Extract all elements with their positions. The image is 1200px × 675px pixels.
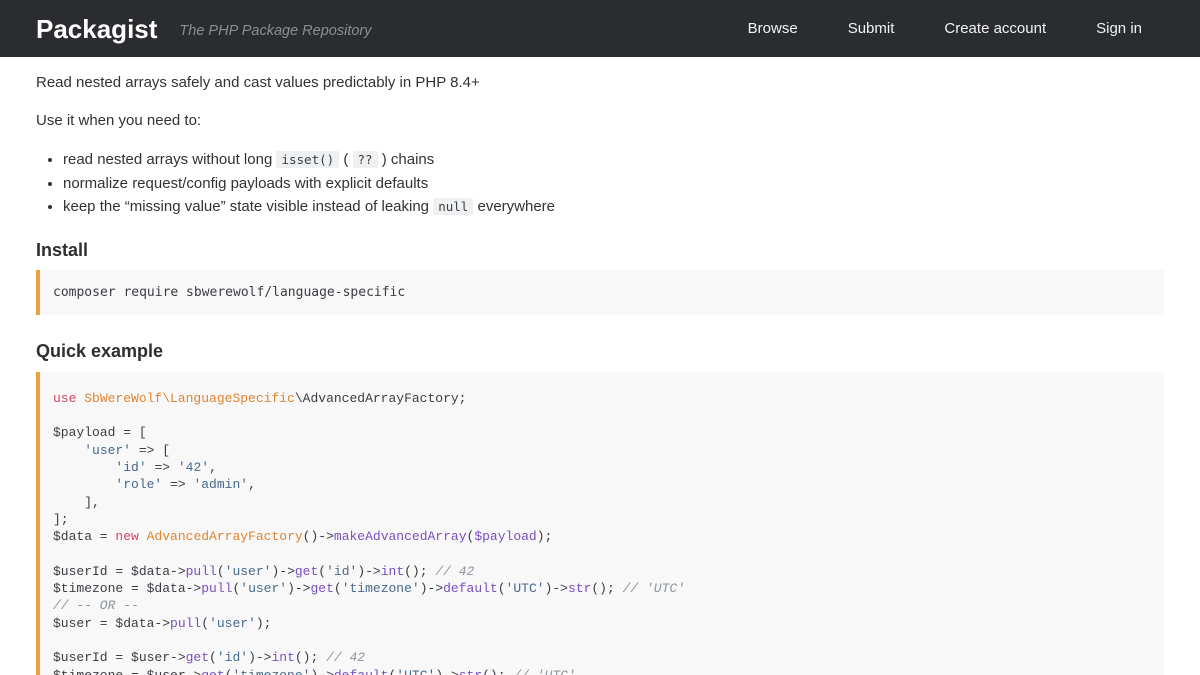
list-item: normalize request/config payloads with e… (63, 172, 1164, 196)
code-line: // -- OR -- (53, 597, 1148, 614)
inline-code: isset() (276, 151, 339, 168)
code-line: $timezone = $data->pull('user')->get('ti… (53, 580, 1148, 597)
logo[interactable]: Packagist (36, 16, 157, 42)
code-line: $user = $data->pull('user'); (53, 615, 1148, 632)
code-line: 'id' => '42', (53, 459, 1148, 476)
code-line (53, 632, 1148, 649)
code-line: 'role' => 'admin', (53, 476, 1148, 493)
nav-sign-in[interactable]: Sign in (1096, 20, 1142, 37)
intro-text: Read nested arrays safely and cast value… (36, 72, 1164, 94)
code-line: 'user' => [ (53, 442, 1148, 459)
code-line: $timezone = $user->get('timezone')->defa… (53, 667, 1148, 675)
code-line: $data = new AdvancedArrayFactory()->make… (53, 528, 1148, 545)
nav-browse[interactable]: Browse (748, 20, 798, 37)
list-item: read nested arrays without long isset() … (63, 148, 1164, 172)
header-nav: Browse Submit Create account Sign in (748, 20, 1164, 37)
code-line (53, 545, 1148, 562)
inline-code: null (433, 198, 473, 215)
code-line: ]; (53, 511, 1148, 528)
tagline: The PHP Package Repository (179, 23, 371, 39)
use-when-text: Use it when you need to: (36, 110, 1164, 132)
inline-code: ?? (353, 151, 378, 168)
example-code-block: use SbWereWolf\LanguageSpecific\Advanced… (36, 372, 1164, 675)
install-code-block: composer require sbwerewolf/language-spe… (36, 270, 1164, 315)
code-line: use SbWereWolf\LanguageSpecific\Advanced… (53, 390, 1148, 407)
install-command: composer require sbwerewolf/language-spe… (53, 284, 1148, 301)
code-line: ], (53, 494, 1148, 511)
code-line: $userId = $data->pull('user')->get('id')… (53, 563, 1148, 580)
code-line: $userId = $user->get('id')->int(); // 42 (53, 649, 1148, 666)
install-heading: Install (36, 240, 1164, 261)
example-code: use SbWereWolf\LanguageSpecific\Advanced… (53, 390, 1148, 675)
list-item: keep the “missing value” state visible i… (63, 195, 1164, 219)
top-nav: Packagist The PHP Package Repository Bro… (0, 0, 1200, 57)
feature-list: read nested arrays without long isset() … (36, 148, 1164, 219)
nav-submit[interactable]: Submit (848, 20, 895, 37)
code-line (53, 407, 1148, 424)
example-heading: Quick example (36, 341, 1164, 362)
nav-create-account[interactable]: Create account (944, 20, 1046, 37)
readme-content: Read nested arrays safely and cast value… (0, 57, 1200, 675)
code-line: $payload = [ (53, 424, 1148, 441)
